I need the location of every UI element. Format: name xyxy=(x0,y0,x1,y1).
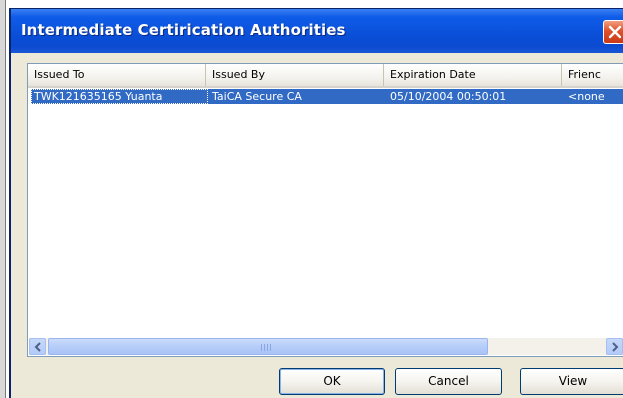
table-row[interactable]: TWK121635165 Yuanta TaiCA Secure CA 05/1… xyxy=(31,89,623,104)
ok-button[interactable]: OK xyxy=(279,368,385,395)
arrow-left-icon xyxy=(34,342,41,352)
close-icon xyxy=(608,25,622,39)
column-header-friendly-name[interactable]: Frienc xyxy=(562,64,623,86)
horizontal-scrollbar[interactable] xyxy=(29,338,623,355)
column-header-expiration-date[interactable]: Expiration Date xyxy=(384,64,562,86)
dialog-title: Intermediate Certirication Authorities xyxy=(21,21,346,39)
column-header-issued-by[interactable]: Issued By xyxy=(206,64,384,86)
close-button[interactable] xyxy=(603,20,623,44)
arrow-right-icon xyxy=(612,342,619,352)
scrollbar-thumb[interactable] xyxy=(48,338,488,355)
scroll-right-button[interactable] xyxy=(606,338,623,355)
certificate-list[interactable]: Issued To Issued By Expiration Date Frie… xyxy=(27,63,623,357)
list-header: Issued To Issued By Expiration Date Frie… xyxy=(28,64,623,88)
cell-friendly-name: <none xyxy=(568,90,605,103)
cancel-button[interactable]: Cancel xyxy=(395,368,502,395)
cell-issued-by: TaiCA Secure CA xyxy=(212,90,302,103)
scroll-left-button[interactable] xyxy=(29,338,46,355)
column-header-issued-to[interactable]: Issued To xyxy=(28,64,206,86)
title-bar[interactable]: Intermediate Certirication Authorities xyxy=(11,9,623,53)
view-button[interactable]: View xyxy=(520,368,623,395)
thumb-grip xyxy=(261,344,271,351)
cell-issued-to: TWK121635165 Yuanta xyxy=(34,90,163,103)
outer-window-edge xyxy=(0,0,6,398)
cell-expiration-date: 05/10/2004 00:50:01 xyxy=(390,90,507,103)
certificate-dialog: Intermediate Certirication Authorities I… xyxy=(9,8,623,398)
